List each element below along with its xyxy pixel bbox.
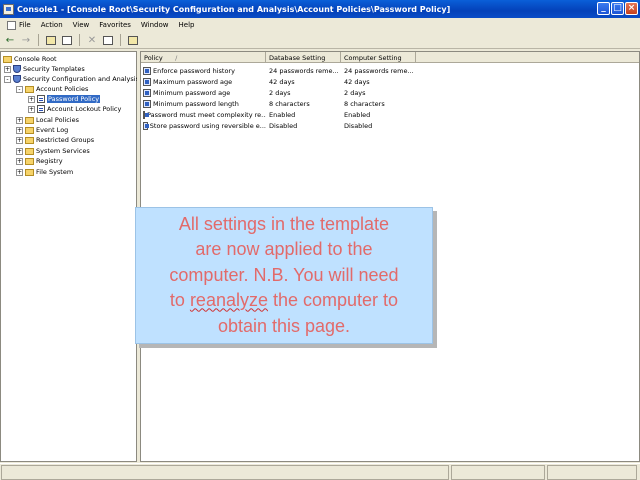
tree-item-password-policy[interactable]: + Password Policy	[28, 94, 101, 104]
expand-plus-icon[interactable]: +	[16, 157, 23, 165]
folder-icon	[25, 157, 34, 165]
expand-plus-icon[interactable]: +	[4, 65, 11, 73]
maximize-button[interactable]: □	[611, 2, 624, 15]
status-segment	[547, 465, 637, 480]
table-row[interactable]: Enforce password history 24 passwords re…	[141, 65, 416, 76]
folder-icon	[25, 85, 34, 93]
tree-item-local-policies[interactable]: + Local Policies	[16, 115, 79, 125]
close-button[interactable]: ×	[625, 2, 638, 15]
delete-icon[interactable]: ✕	[85, 33, 99, 47]
annotation-callout: All settings in the template are now app…	[135, 207, 433, 344]
menu-action[interactable]: Action	[36, 21, 68, 29]
toolbar-separator	[79, 34, 80, 46]
minimize-button[interactable]: _	[597, 2, 610, 15]
window-title: Console1 - [Console Root\Security Config…	[17, 4, 451, 14]
table-row[interactable]: Minimum password age 2 days 2 days	[141, 87, 416, 98]
tree-item-registry[interactable]: + Registry	[16, 156, 63, 166]
expand-plus-icon[interactable]: +	[16, 126, 23, 134]
policy-setting-icon	[143, 121, 149, 130]
menu-favorites[interactable]: Favorites	[94, 21, 136, 29]
status-segment	[451, 465, 545, 480]
expand-plus-icon[interactable]: +	[16, 147, 23, 155]
folder-icon	[25, 168, 34, 176]
window-controls: _ □ ×	[597, 2, 638, 15]
sort-indicator-icon: /	[175, 53, 178, 62]
expand-plus-icon[interactable]: +	[16, 168, 23, 176]
title-bar: Console1 - [Console Root\Security Config…	[0, 0, 640, 18]
tree-item-system-services[interactable]: + System Services	[16, 146, 90, 156]
mmc-app-icon[interactable]	[3, 3, 14, 15]
toolbar-separator	[38, 34, 39, 46]
folder-icon	[25, 126, 34, 134]
list-header: Policy / Database Setting Computer Setti…	[141, 52, 639, 63]
policy-setting-icon	[143, 88, 151, 97]
export-list-icon[interactable]	[101, 33, 115, 47]
console-tree: Console Root + Security Templates - Securi…	[0, 51, 139, 462]
tree-item-account-policies[interactable]: - Account Policies	[16, 84, 88, 94]
menu-view[interactable]: View	[68, 21, 95, 29]
table-row[interactable]: Maximum password age 42 days 42 days	[141, 76, 416, 87]
collapse-minus-icon[interactable]: -	[16, 85, 23, 93]
status-segment	[1, 465, 449, 480]
up-folder-icon[interactable]	[44, 33, 58, 47]
folder-icon	[25, 116, 34, 124]
tree-item-event-log[interactable]: + Event Log	[16, 125, 68, 135]
folder-icon	[3, 55, 12, 63]
collapse-minus-icon[interactable]: -	[4, 75, 11, 83]
policy-icon	[37, 105, 45, 113]
expand-plus-icon[interactable]: +	[28, 105, 35, 113]
policy-setting-icon	[143, 99, 151, 108]
status-bar	[0, 463, 640, 480]
column-header-database-setting[interactable]: Database Setting	[266, 52, 341, 63]
show-hide-tree-icon[interactable]	[60, 33, 74, 47]
back-arrow-icon[interactable]: ←	[3, 33, 17, 47]
tree-item-security-templates[interactable]: + Security Templates	[4, 64, 85, 74]
menu-bar: File Action View Favorites Window Help	[0, 18, 640, 32]
column-header-computer-setting[interactable]: Computer Setting	[341, 52, 416, 63]
menu-file[interactable]: File	[2, 20, 36, 30]
tree-item-console-root[interactable]: Console Root	[3, 54, 57, 64]
policy-setting-icon	[143, 110, 149, 119]
menu-window[interactable]: Window	[136, 21, 174, 29]
annotation-text: All settings in the template are now app…	[169, 213, 399, 336]
expand-plus-icon[interactable]: +	[16, 136, 23, 144]
toolbar-separator	[120, 34, 121, 46]
expand-plus-icon[interactable]: +	[28, 95, 35, 103]
help-icon[interactable]	[126, 33, 140, 47]
menu-help[interactable]: Help	[174, 21, 200, 29]
table-row[interactable]: Password must meet complexity re... Enab…	[141, 109, 416, 120]
policy-setting-icon	[143, 77, 151, 86]
folder-icon	[25, 136, 34, 144]
security-config-icon	[13, 75, 21, 83]
tree-item-account-lockout-policy[interactable]: + Account Lockout Policy	[28, 104, 121, 114]
expand-plus-icon[interactable]: +	[16, 116, 23, 124]
tree-item-file-system[interactable]: + File System	[16, 167, 73, 177]
column-header-policy[interactable]: Policy /	[141, 52, 266, 63]
tree-item-restricted-groups[interactable]: + Restricted Groups	[16, 135, 94, 145]
folder-icon	[25, 147, 34, 155]
misspelled-word: reanalyze	[189, 290, 268, 311]
tree-item-security-configuration[interactable]: - Security Configuration and Analysis	[4, 74, 139, 84]
security-templates-icon	[13, 65, 21, 73]
column-header-filler	[416, 52, 639, 63]
policy-icon	[37, 95, 45, 103]
policy-setting-icon	[143, 66, 151, 75]
table-row[interactable]: Store password using reversible e... Dis…	[141, 120, 416, 131]
console-icon	[7, 20, 16, 30]
forward-arrow-icon[interactable]: →	[19, 33, 33, 47]
toolbar: ← → ✕	[0, 32, 640, 49]
table-row[interactable]: Minimum password length 8 characters 8 c…	[141, 98, 416, 109]
